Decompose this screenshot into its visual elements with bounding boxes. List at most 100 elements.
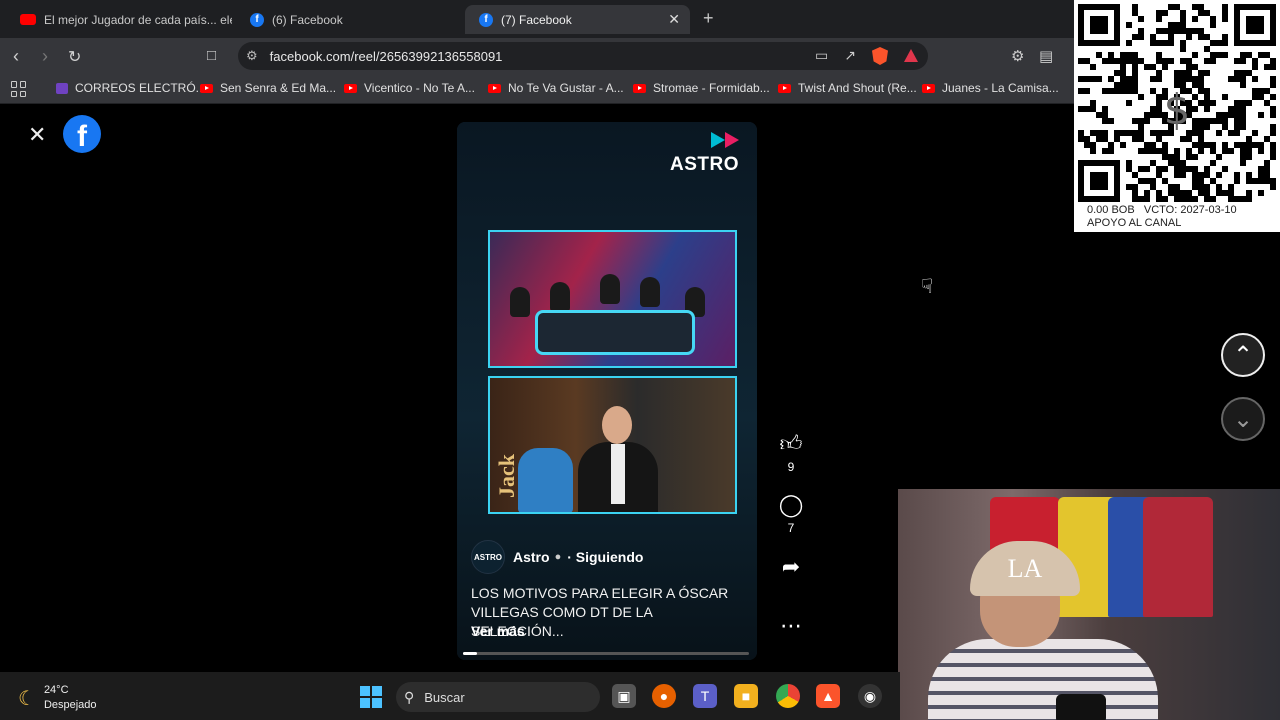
bookmark-icon[interactable]: □: [207, 47, 216, 64]
address-bar-actions: ▭ ↗: [815, 47, 918, 65]
svg-text:$: $: [1164, 85, 1191, 134]
reload-icon[interactable]: ↻: [68, 47, 81, 67]
avatar[interactable]: ASTRO: [471, 540, 505, 574]
qr-caption: 0.00 BOB VCTO: 2027-03-10 APOYO AL CANAL: [1087, 204, 1237, 230]
studio-frame-wide: [488, 230, 737, 368]
like-count: 9: [787, 460, 795, 474]
guest: [578, 406, 658, 512]
facebook-logo-icon[interactable]: f: [63, 115, 101, 153]
temperature: 24°C: [43, 684, 69, 696]
see-more-link[interactable]: Ver más: [471, 623, 525, 639]
bookmark-item[interactable]: Sen Senra & Ed Ma...: [200, 81, 336, 95]
bookmark-label: Sen Senra & Ed Ma...: [220, 81, 337, 95]
bookmark-item[interactable]: Vicentico - No Te A...: [344, 81, 475, 95]
file-explorer-icon[interactable]: ■: [734, 684, 758, 708]
obs-icon[interactable]: ◉: [858, 684, 882, 708]
address-bar[interactable]: ⚙ facebook.com/reel/26563992136558091 ▭ …: [238, 42, 928, 70]
comment-button[interactable]: ◯ 7: [776, 492, 806, 536]
bookmark-item[interactable]: Twist And Shout (Re...: [778, 81, 917, 95]
mouse-cursor-icon: ☟: [921, 276, 934, 298]
cast-icon[interactable]: ▭: [815, 47, 828, 65]
apps-grid-icon[interactable]: [11, 81, 27, 97]
extensions-icon[interactable]: ⚙: [1011, 47, 1024, 65]
youtube-icon: [200, 83, 213, 93]
qr-payment-overlay: $ 0.00 BOB VCTO: 2027-03-10 APOYO AL CAN…: [1074, 0, 1280, 232]
brave-rewards-icon[interactable]: [904, 49, 918, 62]
back-icon[interactable]: ‹: [13, 46, 19, 67]
reel-video[interactable]: ASTRO Jack ASTRO Astro ● · Siguiendo LOS…: [457, 122, 757, 660]
video-progress[interactable]: [463, 652, 749, 655]
follow-status[interactable]: · Siguiendo: [567, 549, 643, 565]
jersey: [1143, 497, 1213, 617]
new-tab-icon[interactable]: +: [703, 8, 714, 29]
cap-logo: LA: [1007, 553, 1043, 583]
studio-desk: [535, 310, 695, 355]
facebook-icon: f: [479, 12, 493, 27]
bookmark-label: Vicentico - No Te A...: [364, 81, 475, 95]
youtube-icon: [344, 83, 357, 93]
previous-reel-button[interactable]: ⌃: [1221, 333, 1265, 377]
bookmark-label: Twist And Shout (Re...: [798, 81, 917, 95]
more-options-button[interactable]: ⋯: [776, 614, 806, 638]
facebook-icon: f: [250, 12, 264, 27]
youtube-icon: [778, 83, 791, 93]
progress-fill: [463, 652, 478, 655]
taskbar-search[interactable]: ⚲ Buscar: [396, 682, 600, 712]
set-sign: Jack: [494, 454, 519, 498]
astro-logo-text: ASTRO: [670, 154, 739, 175]
moon-icon: ☾: [18, 687, 36, 710]
chrome-icon[interactable]: [776, 684, 800, 708]
next-reel-button[interactable]: ⌄: [1221, 397, 1265, 441]
brave-shields-icon[interactable]: [872, 47, 888, 65]
microphone: [1056, 694, 1106, 720]
youtube-icon: [488, 83, 501, 93]
tab-facebook-7[interactable]: f (7) Facebook ✕: [465, 5, 690, 34]
list-icon: [56, 82, 68, 94]
firefox-icon[interactable]: ●: [652, 684, 676, 708]
site-info-icon[interactable]: ⚙: [246, 48, 258, 64]
close-icon[interactable]: ✕: [28, 122, 46, 148]
tab-title: (7) Facebook: [501, 12, 572, 27]
bookmark-item[interactable]: CORREOS ELECTRÓ...: [56, 81, 206, 95]
youtube-icon: [922, 83, 935, 93]
teams-icon[interactable]: T: [693, 684, 717, 708]
close-tab-icon[interactable]: ✕: [668, 11, 680, 28]
youtube-icon: [633, 83, 646, 93]
bookmark-item[interactable]: Juanes - La Camisa...: [922, 81, 1059, 95]
play-icon: [711, 132, 725, 148]
task-view-icon[interactable]: ▣: [612, 684, 636, 708]
windows-start-icon[interactable]: [360, 686, 382, 708]
globe-icon: ●: [554, 551, 562, 563]
studio-frame-closeup: Jack: [488, 376, 737, 514]
sidebar-icon[interactable]: ▤: [1039, 47, 1053, 65]
forward-icon[interactable]: ›: [42, 46, 48, 67]
bookmark-label: No Te Va Gustar - A...: [508, 81, 624, 95]
share-button[interactable]: ➦: [776, 555, 806, 579]
tab-facebook-6[interactable]: f (6) Facebook: [236, 5, 462, 34]
astro-logo: ASTRO: [670, 132, 739, 176]
chevron-up-icon: ⌃: [1232, 341, 1254, 369]
qr-code: $: [1078, 4, 1276, 202]
play-icon: [725, 132, 739, 148]
webcam-overlay: LA: [898, 489, 1280, 720]
more-icon: ⋯: [780, 613, 802, 638]
share-icon[interactable]: ↗: [844, 47, 856, 65]
qr-amount-text: 0.00 BOB VCTO: 2027-03-10: [1087, 204, 1237, 216]
qr-support-text: APOYO AL CANAL: [1087, 217, 1182, 229]
weather-condition: Despejado: [43, 699, 97, 711]
bookmark-item[interactable]: Stromae - Formidab...: [633, 81, 770, 95]
chevron-down-icon: ⌄: [1232, 405, 1254, 433]
like-button[interactable]: 👍︎ 9: [776, 432, 806, 475]
taskbar: ☾ 24°C Despejado ⚲ Buscar ▣ ● T ■ ▲ ◉: [0, 672, 900, 720]
bookmark-label: CORREOS ELECTRÓ...: [75, 81, 206, 95]
search-placeholder: Buscar: [424, 689, 465, 705]
tab-title: (6) Facebook: [272, 12, 343, 27]
comment-count: 7: [787, 521, 795, 535]
bookmark-item[interactable]: No Te Va Gustar - A...: [488, 81, 624, 95]
weather-widget[interactable]: ☾ 24°C Despejado: [18, 683, 97, 713]
comment-icon: ◯: [778, 492, 804, 517]
brave-icon[interactable]: ▲: [816, 684, 840, 708]
account-name[interactable]: Astro: [513, 549, 550, 565]
tab-youtube[interactable]: El mejor Jugador de cada país... elegir: [6, 5, 232, 34]
search-icon: ⚲: [404, 688, 415, 705]
